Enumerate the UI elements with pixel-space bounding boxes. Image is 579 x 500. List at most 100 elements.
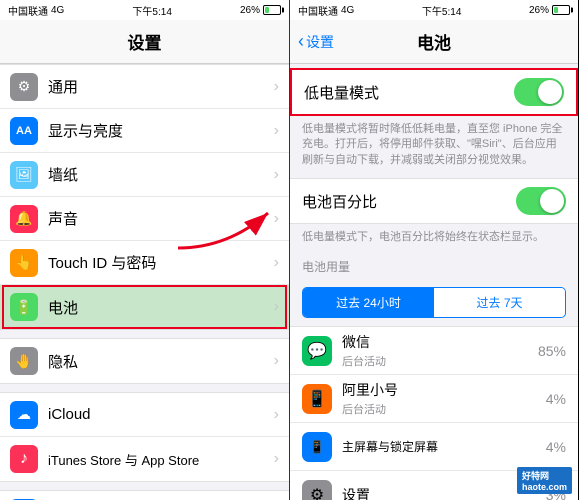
wechat-icon: 💬: [302, 336, 332, 366]
display-label: 显示与亮度: [48, 120, 274, 141]
settings-usage-info: 设置: [342, 485, 546, 500]
right-status-bar: 中国联通 4G 下午5:14 26%: [290, 0, 578, 20]
wallpaper-icon: 🖼: [10, 161, 38, 189]
battery-page[interactable]: 低电量模式 低电量模式将暂时降低低耗电量，直至您 iPhone 完全充电。打开后…: [290, 64, 578, 500]
back-chevron-icon: ‹: [298, 31, 304, 52]
low-power-row[interactable]: 低电量模式: [292, 70, 576, 114]
privacy-chevron: ›: [274, 352, 279, 370]
wechat-name: 微信: [342, 332, 538, 352]
alipay-pct: 4%: [546, 391, 566, 407]
left-time: 下午5:14: [132, 3, 171, 18]
battery-label: 电池: [48, 297, 274, 318]
homescreen-info: 主屏幕与锁定屏幕: [342, 438, 546, 455]
alipay-info: 阿里小号 后台活动: [342, 380, 546, 417]
wechat-info: 微信 后台活动: [342, 332, 538, 369]
general-chevron: ›: [274, 78, 279, 96]
right-network: 4G: [341, 5, 354, 16]
alipay-name: 阿里小号: [342, 380, 546, 400]
low-power-description: 低电量模式将暂时降低低耗电量，直至您 iPhone 完全充电。打开后，将停用邮件…: [290, 116, 578, 178]
right-carrier: 中国联通: [298, 3, 338, 18]
icloud-chevron: ›: [274, 406, 279, 424]
wechat-pct: 85%: [538, 343, 566, 359]
settings-row-privacy[interactable]: 🤚 隐私 ›: [0, 339, 289, 383]
battery-pct-label: 电池百分比: [302, 191, 516, 212]
homescreen-icon: 📱: [302, 432, 332, 462]
low-power-toggle[interactable]: [514, 78, 564, 106]
settings-row-wallpaper[interactable]: 🖼 墙纸 ›: [0, 153, 289, 197]
sound-label: 声音: [48, 208, 274, 229]
left-network: 4G: [51, 5, 64, 16]
battery-pct-section: 电池百分比: [290, 178, 578, 224]
wallpaper-label: 墙纸: [48, 164, 274, 185]
left-settings-list[interactable]: ⚙ 通用 › AA 显示与亮度 › 🖼 墙纸 › 🔔 声音 ›: [0, 64, 289, 500]
right-nav-bar: ‹ 设置 电池: [290, 20, 578, 64]
battery-pct-footer: 低电量模式下，电池百分比将始终在状态栏显示。: [290, 224, 578, 252]
general-label: 通用: [48, 76, 274, 97]
settings-usage-icon: ⚙: [302, 480, 332, 500]
right-battery-pct: 26%: [529, 5, 549, 16]
right-battery-icon: [552, 5, 570, 15]
wallpaper-chevron: ›: [274, 166, 279, 184]
left-status-bar: 中国联通 4G 下午5:14 26%: [0, 0, 289, 20]
battery-pct-toggle[interactable]: [516, 187, 566, 215]
settings-row-general[interactable]: ⚙ 通用 ›: [0, 65, 289, 109]
watermark: 好特网haote.com: [517, 467, 572, 494]
right-time: 下午5:14: [422, 3, 461, 18]
settings-row-itunes[interactable]: ♪ iTunes Store 与 App Store ›: [0, 437, 289, 481]
left-carrier: 中国联通: [8, 3, 48, 18]
icloud-icon: ☁: [10, 401, 38, 429]
tab-7d[interactable]: 过去 7天: [434, 288, 565, 317]
usage-row-homescreen: 📱 主屏幕与锁定屏幕 4%: [290, 423, 578, 471]
settings-row-icloud[interactable]: ☁ iCloud ›: [0, 393, 289, 437]
itunes-chevron: ›: [274, 450, 279, 468]
alipay-sub: 后台活动: [342, 401, 546, 417]
usage-row-wechat: 💬 微信 后台活动 85%: [290, 327, 578, 375]
left-nav-bar: 设置: [0, 20, 289, 64]
battery-pct-toggle-knob: [540, 189, 564, 213]
settings-row-display[interactable]: AA 显示与亮度 ›: [0, 109, 289, 153]
battery-pct-row[interactable]: 电池百分比: [290, 179, 578, 223]
touchid-icon: 👆: [10, 249, 38, 277]
toggle-knob: [538, 80, 562, 104]
left-status-right: 26%: [240, 5, 281, 16]
low-power-label: 低电量模式: [304, 82, 514, 103]
usage-row-alipay: 📱 阿里小号 后台活动 4%: [290, 375, 578, 423]
settings-row-touchid[interactable]: 👆 Touch ID 与密码 ›: [0, 241, 289, 285]
back-label: 设置: [306, 32, 334, 52]
settings-group-2: 🤚 隐私 ›: [0, 338, 289, 384]
usage-tabs[interactable]: 过去 24小时 过去 7天: [302, 287, 566, 318]
sound-icon: 🔔: [10, 205, 38, 233]
sound-chevron: ›: [274, 210, 279, 228]
right-status-left: 中国联通 4G: [298, 3, 354, 18]
settings-row-mail[interactable]: ✉ 邮件、通讯录、日历 ›: [0, 491, 289, 500]
alipay-icon: 📱: [302, 384, 332, 414]
general-icon: ⚙: [10, 73, 38, 101]
settings-group-4: ✉ 邮件、通讯录、日历 › 📝 备忘录 › 🔔 提醒事项 ›: [0, 490, 289, 500]
privacy-icon: 🤚: [10, 347, 38, 375]
left-battery-icon: [263, 5, 281, 15]
itunes-label: iTunes Store 与 App Store: [48, 450, 274, 469]
settings-group-3: ☁ iCloud › ♪ iTunes Store 与 App Store ›: [0, 392, 289, 482]
itunes-icon: ♪: [10, 445, 38, 473]
phones-wrapper: 中国联通 4G 下午5:14 26% 设置 ⚙ 通用 ›: [0, 0, 579, 500]
settings-row-sound[interactable]: 🔔 声音 ›: [0, 197, 289, 241]
display-chevron: ›: [274, 122, 279, 140]
battery-row-icon: 🔋: [10, 293, 38, 321]
right-nav-title: 电池: [417, 29, 451, 54]
left-nav-title: 设置: [128, 29, 162, 54]
battery-chevron: ›: [274, 298, 279, 316]
right-status-right: 26%: [529, 5, 570, 16]
homescreen-name: 主屏幕与锁定屏幕: [342, 438, 546, 455]
touchid-label: Touch ID 与密码: [48, 252, 274, 273]
back-button[interactable]: ‹ 设置: [298, 31, 334, 52]
icloud-label: iCloud: [48, 406, 274, 423]
left-battery-pct: 26%: [240, 5, 260, 16]
left-status-left: 中国联通 4G: [8, 3, 64, 18]
settings-row-battery[interactable]: 🔋 电池 ›: [0, 285, 289, 329]
settings-group-1: ⚙ 通用 › AA 显示与亮度 › 🖼 墙纸 › 🔔 声音 ›: [0, 64, 289, 330]
left-phone: 中国联通 4G 下午5:14 26% 设置 ⚙ 通用 ›: [0, 0, 289, 500]
low-power-section-outlined: 低电量模式: [290, 68, 578, 116]
tab-24h[interactable]: 过去 24小时: [303, 288, 434, 317]
left-battery-fill: [265, 7, 269, 13]
settings-usage-name: 设置: [342, 485, 546, 500]
